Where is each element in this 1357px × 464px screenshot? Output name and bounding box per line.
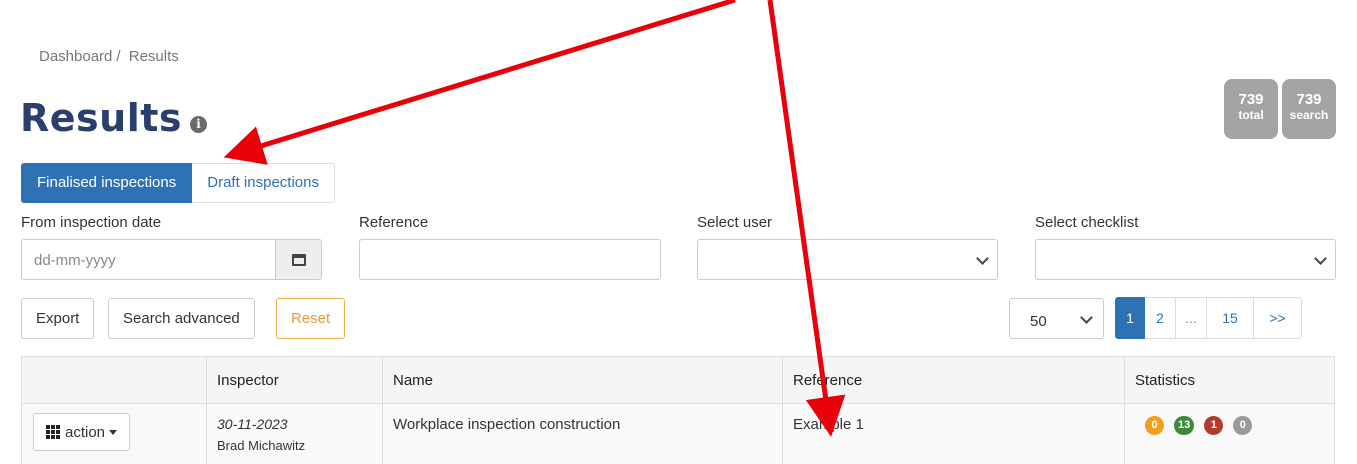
from-date-label: From inspection date bbox=[21, 214, 162, 231]
chevron-down-icon bbox=[976, 252, 989, 265]
action-label: action bbox=[65, 423, 106, 441]
caret-down-icon bbox=[109, 429, 118, 435]
reference-cell: Example 1 bbox=[782, 403, 1125, 464]
chevron-down-icon bbox=[1080, 311, 1093, 324]
page-title: Results bbox=[20, 96, 183, 140]
statistics-badges: 0 13 1 0 bbox=[1145, 416, 1324, 435]
page-1-button[interactable]: 1 bbox=[1115, 297, 1145, 339]
page-title-container: Results i bbox=[20, 96, 208, 140]
tab-finalised-inspections[interactable]: Finalised inspections bbox=[21, 163, 193, 203]
reference-input[interactable] bbox=[359, 239, 661, 280]
column-header-reference[interactable]: Reference bbox=[782, 356, 1125, 404]
inspector-name: Brad Michawitz bbox=[217, 438, 306, 453]
inspection-date: 30-11-2023 bbox=[217, 416, 288, 432]
statistics-cell: 0 13 1 0 bbox=[1124, 403, 1335, 464]
search-count-badge: 739 search bbox=[1282, 79, 1336, 139]
breadcrumb-separator: / bbox=[116, 48, 121, 65]
inspection-tabs: Finalised inspections Draft inspections bbox=[21, 163, 335, 203]
action-cell: action bbox=[21, 403, 207, 464]
stat-badge-orange: 0 bbox=[1145, 416, 1164, 435]
breadcrumb-home-link[interactable]: Dashboard bbox=[39, 48, 112, 65]
reset-button[interactable]: Reset bbox=[276, 298, 346, 339]
export-button[interactable]: Export bbox=[21, 298, 95, 339]
tab-draft-inspections[interactable]: Draft inspections bbox=[192, 163, 335, 203]
chevron-down-icon bbox=[1314, 252, 1327, 265]
stat-badge-red: 1 bbox=[1204, 416, 1224, 435]
stat-badge-grey: 0 bbox=[1233, 416, 1253, 435]
calendar-icon bbox=[291, 253, 306, 266]
reference-label: Reference bbox=[359, 214, 429, 231]
table-row[interactable]: action 30-11-2023 Brad Michawitz Workpla… bbox=[21, 403, 1335, 464]
breadcrumb: Dashboard / Results bbox=[39, 48, 179, 65]
info-circle-icon[interactable]: i bbox=[190, 115, 208, 133]
inspector-cell: 30-11-2023 Brad Michawitz bbox=[206, 403, 383, 464]
select-user-label: Select user bbox=[697, 214, 773, 231]
search-count-label: search bbox=[1289, 108, 1329, 122]
select-checklist-label: Select checklist bbox=[1035, 214, 1139, 231]
page-2-button[interactable]: 2 bbox=[1145, 297, 1176, 339]
per-page-select[interactable]: 50 bbox=[1009, 298, 1104, 339]
column-header-statistics: Statistics bbox=[1124, 356, 1335, 404]
breadcrumb-current: Results bbox=[128, 48, 179, 65]
page-15-button[interactable]: 15 bbox=[1207, 297, 1254, 339]
per-page-value: 50 bbox=[1030, 313, 1047, 330]
table-header-row: Inspector Name Reference Statistics bbox=[21, 356, 1335, 404]
grid-icon bbox=[46, 425, 60, 439]
action-dropdown-button[interactable]: action bbox=[33, 413, 131, 451]
total-count-value: 739 bbox=[1238, 91, 1264, 108]
column-header-inspector[interactable]: Inspector bbox=[206, 356, 383, 404]
from-date-placeholder: dd-mm-yyyy bbox=[34, 252, 116, 269]
column-header-name[interactable]: Name bbox=[382, 356, 783, 404]
from-date-input[interactable]: dd-mm-yyyy bbox=[21, 239, 277, 280]
stat-badge-green: 13 bbox=[1174, 416, 1195, 435]
page-ellipsis: ... bbox=[1176, 297, 1207, 339]
total-count-label: total bbox=[1238, 108, 1264, 122]
calendar-button[interactable] bbox=[275, 239, 322, 280]
select-user-dropdown[interactable] bbox=[697, 239, 998, 280]
page-next-button[interactable]: >> bbox=[1254, 297, 1302, 339]
count-badges: 739 total 739 search bbox=[1224, 79, 1336, 139]
name-cell: Workplace inspection construction bbox=[382, 403, 783, 464]
select-checklist-dropdown[interactable] bbox=[1035, 239, 1336, 280]
search-advanced-button[interactable]: Search advanced bbox=[108, 298, 255, 339]
total-count-badge: 739 total bbox=[1224, 79, 1278, 139]
pagination: 1 2 ... 15 >> bbox=[1115, 297, 1302, 339]
results-table: Inspector Name Reference Statistics acti… bbox=[21, 356, 1335, 464]
annotation-arrow-to-draft-tab bbox=[223, 0, 736, 165]
search-count-value: 739 bbox=[1296, 91, 1322, 108]
column-header-actions bbox=[21, 356, 207, 404]
